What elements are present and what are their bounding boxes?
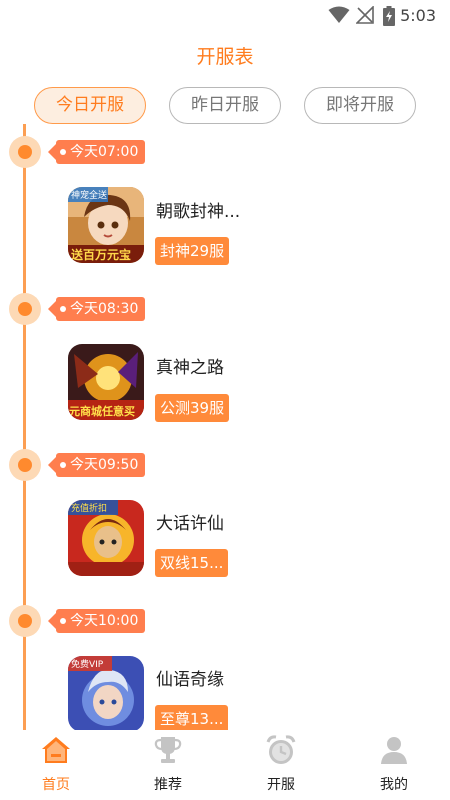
nav-label: 首页 xyxy=(42,777,70,793)
game-name[interactable]: 朝歌封神... xyxy=(156,197,240,222)
nav-label: 推荐 xyxy=(154,777,182,793)
time-tag: 今天10:00 xyxy=(47,609,146,633)
wifi-icon xyxy=(328,6,350,23)
no-signal-icon xyxy=(356,6,374,24)
icon-text-top: 充值折扣 xyxy=(71,502,107,514)
tag-hole xyxy=(60,149,66,155)
server-badge: 双线15... xyxy=(155,549,229,577)
time-tag-label: 今天08:30 xyxy=(70,301,139,317)
trophy-icon xyxy=(154,737,182,763)
server-badge: 封神29服 xyxy=(155,237,230,265)
status-bar: 5:03 xyxy=(0,0,450,32)
game-icon-xianyu[interactable]: 免费VIP xyxy=(68,656,144,732)
page-title: 开服表 xyxy=(196,46,254,68)
tab-upcoming[interactable]: 即将开服 xyxy=(304,87,416,124)
nav-label: 我的 xyxy=(380,777,408,793)
tag-hole xyxy=(60,618,66,624)
timeline-dot xyxy=(18,145,32,159)
alarm-clock-icon xyxy=(266,735,296,764)
home-icon xyxy=(42,737,70,763)
user-icon xyxy=(381,737,407,764)
timeline-line xyxy=(23,124,26,734)
game-icon-chaoge[interactable]: 神宠全送 送百万元宝 xyxy=(68,187,144,263)
icon-text-bottom: 元商城任意买 xyxy=(69,404,135,418)
tab-yesterday[interactable]: 昨日开服 xyxy=(169,87,281,124)
time-tag: 今天08:30 xyxy=(47,297,146,321)
server-badge: 至尊13... xyxy=(155,705,229,733)
nav-item-servers[interactable]: 开服 xyxy=(225,730,337,800)
icon-text-top: 神宠全送 xyxy=(71,189,107,201)
icon-text-bottom: 送百万元宝 xyxy=(70,247,131,262)
bottom-nav: 首页 推荐 开服 我的 xyxy=(0,730,450,800)
game-name[interactable]: 大话许仙 xyxy=(156,509,224,534)
time-tag-label: 今天10:00 xyxy=(70,613,139,629)
time-tag: 今天09:50 xyxy=(47,453,146,477)
timeline-dot xyxy=(18,302,32,316)
status-time: 5:03 xyxy=(400,6,436,25)
game-name[interactable]: 真神之路 xyxy=(156,353,224,378)
nav-item-mine[interactable]: 我的 xyxy=(338,730,450,800)
game-icon-zhenshen[interactable]: 元商城任意买 xyxy=(68,344,144,420)
battery-charging-icon xyxy=(383,6,395,26)
server-badge: 公测39服 xyxy=(155,394,230,422)
timeline-dot xyxy=(18,614,32,628)
time-tag-label: 今天09:50 xyxy=(70,457,139,473)
tag-hole xyxy=(60,462,66,468)
nav-item-home[interactable]: 首页 xyxy=(0,730,112,800)
time-tag: 今天07:00 xyxy=(47,140,146,164)
nav-item-recommend[interactable]: 推荐 xyxy=(112,730,224,800)
game-icon-dahua[interactable]: 充值折扣 xyxy=(68,500,144,576)
icon-text-top: 免费VIP xyxy=(71,658,104,670)
time-tag-label: 今天07:00 xyxy=(70,144,139,160)
nav-label: 开服 xyxy=(267,777,295,793)
tab-today[interactable]: 今日开服 xyxy=(34,87,146,124)
game-name[interactable]: 仙语奇缘 xyxy=(156,665,224,690)
timeline-dot xyxy=(18,458,32,472)
tag-hole xyxy=(60,306,66,312)
